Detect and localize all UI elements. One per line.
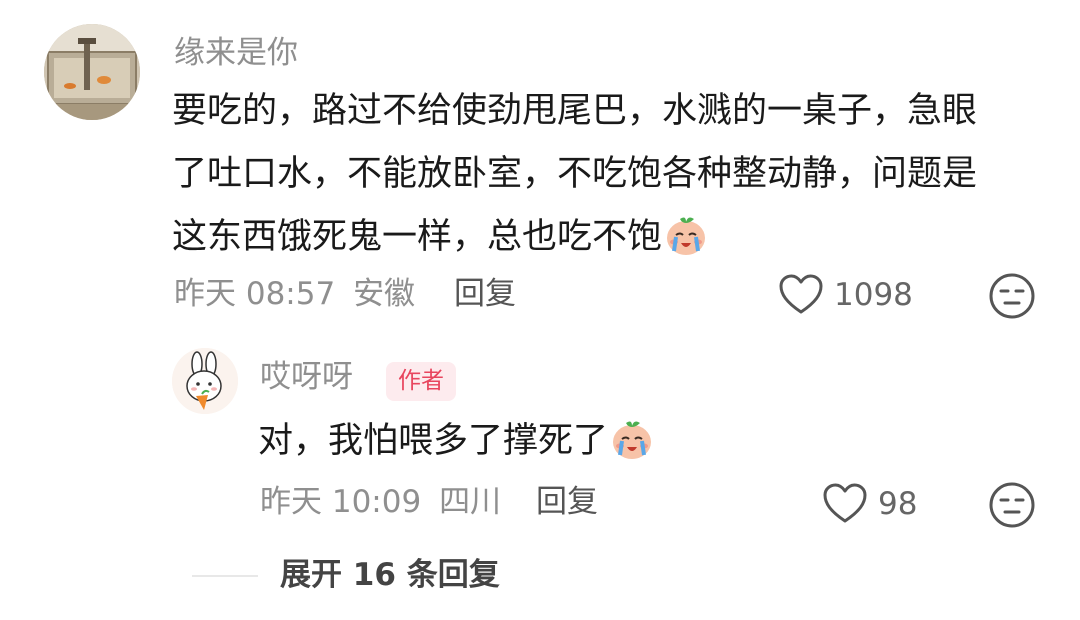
crying-face-emoji [664,213,708,278]
heart-outline-icon[interactable] [822,483,868,525]
comment-line: 这东西饿死鬼一样，总也吃不饱 [172,206,977,269]
meh-face-icon[interactable] [988,272,1036,320]
expand-divider [192,575,258,577]
reply-button[interactable]: 回复 [536,487,598,518]
bunny-avatar-image [172,348,238,414]
comment-body: 要吃的，路过不给使劲甩尾巴，水溅的一桌子，急眼 了吐口水，不能放卧室，不吃饱各种… [172,80,977,269]
author-badge: 作者 [386,362,456,401]
heart-outline-icon[interactable] [778,274,824,316]
commenter-avatar[interactable] [44,24,140,120]
fish-tank-photo [44,24,140,120]
reply-button[interactable]: 回复 [454,279,516,310]
commenter-username[interactable]: 缘来是你 [174,38,298,69]
reply-text: 对，我怕喂多了撑死了 [258,421,609,461]
reply-avatar[interactable] [172,348,238,414]
comment-timestamp: 昨天 08:57 [174,276,336,312]
meh-face-icon[interactable] [988,481,1036,529]
reply-body: 对，我怕喂多了撑死了 [258,410,654,482]
comment-line-text: 这东西饿死鬼一样，总也吃不饱 [172,217,663,257]
like-count: 98 [878,486,918,522]
reply-meta: 昨天 10:09 四川 [260,487,501,518]
reply-username[interactable]: 哎呀呀 [260,362,353,393]
reply-timestamp: 昨天 10:09 [260,484,422,520]
expand-replies-button[interactable]: 展开 16 条回复 [280,560,500,591]
comment-meta: 昨天 08:57 安徽 [174,279,415,310]
reply-location: 四川 [439,484,502,520]
comment-location: 安徽 [353,276,416,312]
like-count: 1098 [834,277,913,313]
comment-line: 了吐口水，不能放卧室，不吃饱各种整动静，问题是 [172,154,978,194]
comment-line: 要吃的，路过不给使劲甩尾巴，水溅的一桌子，急眼 [172,91,978,131]
crying-face-emoji [610,417,654,482]
